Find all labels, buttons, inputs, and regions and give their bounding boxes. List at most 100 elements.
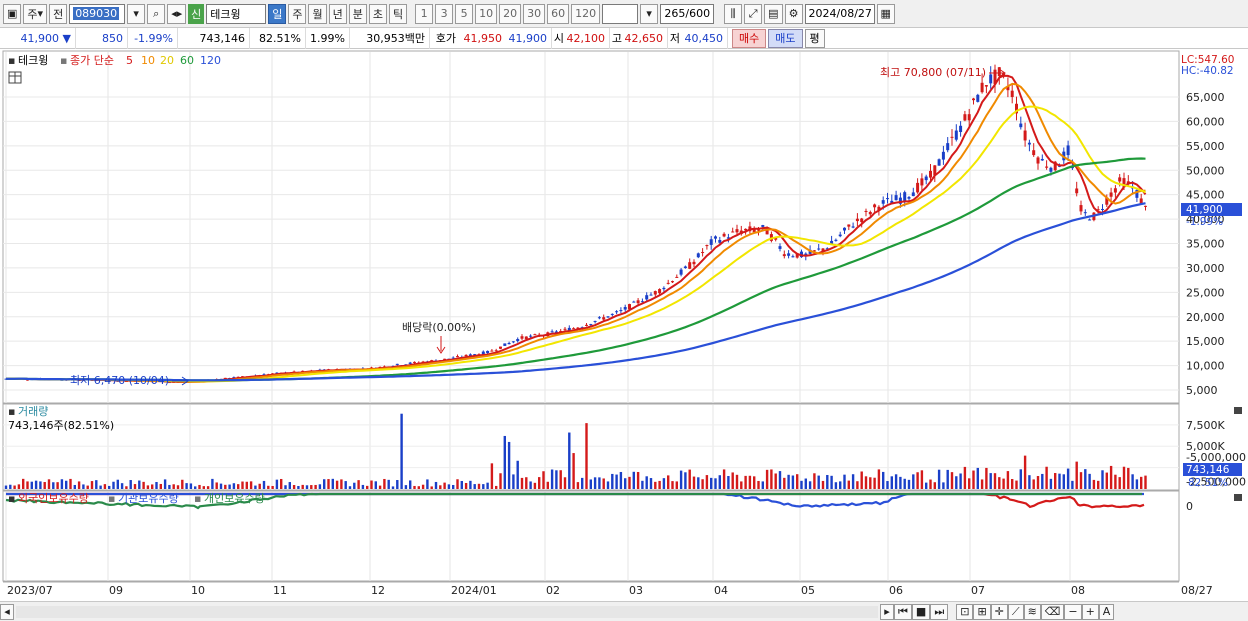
gear-icon[interactable]: ⚙ [784, 3, 803, 24]
save-icon[interactable]: ▤ [764, 3, 783, 24]
candle-body [1066, 145, 1070, 156]
price-tick-label: 60,000 [1186, 115, 1225, 128]
volume-bar [95, 480, 98, 489]
window-menu-icon[interactable]: ▣ [3, 3, 22, 24]
volume-bar [787, 474, 790, 489]
interval-30[interactable]: 30 [523, 3, 546, 24]
volume-bar [658, 480, 661, 489]
period-second-button[interactable]: 초 [368, 3, 387, 24]
volume-panel-close-icon[interactable] [1234, 407, 1242, 414]
candle-body [563, 328, 567, 330]
price-tick-label: 65,000 [1186, 91, 1225, 104]
volume-bar [993, 473, 997, 489]
volume-bar [516, 460, 519, 489]
volume-bar [546, 481, 549, 489]
volume-bar [503, 435, 506, 489]
low-label: 저 [669, 32, 680, 45]
scroll-left-icon[interactable]: ◂ [0, 603, 14, 620]
date-input[interactable]: 2024/08/27 [804, 3, 875, 24]
scroll-right-icon[interactable]: ▸ [880, 603, 894, 620]
price-tick-label: 25,000 [1186, 286, 1225, 299]
holding-tick-label: 0 [1186, 500, 1193, 513]
sell-button[interactable]: 매도 [768, 28, 803, 48]
candle-body [602, 317, 606, 320]
volume-bar [464, 482, 468, 489]
interval-3[interactable]: 3 [435, 3, 454, 24]
candle-body [606, 316, 610, 318]
ma-label: 종가 단순 [70, 54, 114, 67]
interval-1[interactable]: 1 [415, 3, 434, 24]
calendar-icon[interactable]: ▦ [876, 3, 895, 24]
volume-bar [589, 479, 592, 489]
volume-bar [1127, 467, 1130, 489]
holding-marker-icon-3: ▪ [194, 492, 201, 505]
zoom-area-icon[interactable]: ⊡ [956, 603, 974, 620]
volume-bar [740, 481, 743, 489]
candle-body [1023, 130, 1027, 141]
zoom-out-icon[interactable]: − [1064, 603, 1082, 620]
holding-panel-close-icon[interactable] [1234, 494, 1242, 501]
stock-name-field[interactable]: 테크윙 [206, 3, 267, 24]
interval-5[interactable]: 5 [455, 3, 474, 24]
period-minute-button[interactable]: 분 [348, 3, 367, 24]
last-page-icon[interactable]: ⏭ [930, 603, 949, 620]
volume-bar [1071, 480, 1074, 489]
chart-canvas[interactable]: 2023/07 09 10 11 12 2024/01 02 03 04 05 06 07 08 08/2… [0, 50, 1248, 621]
auto-scale-icon[interactable]: A [1098, 603, 1115, 620]
volume-bar [43, 482, 46, 489]
crosshair-icon[interactable]: ✛ [990, 603, 1008, 620]
volume-bar [714, 478, 717, 489]
interval-10[interactable]: 10 [475, 3, 498, 24]
candle-body [696, 253, 700, 258]
prev-button[interactable]: 전 [49, 3, 68, 24]
period-tick-button[interactable]: 틱 [388, 3, 408, 24]
price-tick-label: 20,000 [1186, 311, 1225, 324]
volume-bar [219, 483, 223, 489]
capture-icon[interactable]: ⊞ [973, 603, 991, 620]
period-year-button[interactable]: 년 [328, 3, 347, 24]
volume-bar [357, 480, 360, 489]
zoom-in-icon[interactable]: + [1081, 603, 1099, 620]
custom-interval-input[interactable] [602, 3, 639, 24]
candle-body [731, 231, 735, 233]
candle-body [963, 114, 967, 121]
volume-bar [1054, 473, 1057, 489]
scroll-track[interactable] [16, 605, 878, 618]
fibonacci-icon[interactable]: ≋ [1023, 603, 1041, 620]
average-button[interactable]: 평 [804, 28, 825, 48]
count-field[interactable]: 265/600 [660, 3, 715, 24]
volume-bar [90, 481, 94, 489]
volume-bar [262, 480, 266, 489]
period-week-button[interactable]: 주 [288, 3, 307, 24]
trendline-icon[interactable]: ⟋ [1007, 603, 1024, 620]
candle-body [1101, 208, 1104, 210]
volume-bar [284, 485, 287, 489]
code-dropdown-icon[interactable]: ▾ [127, 3, 146, 24]
period-day-button[interactable]: 일 [268, 3, 287, 24]
buy-button[interactable]: 매수 [732, 28, 767, 48]
first-page-icon[interactable]: ⏮ [894, 603, 912, 620]
volume-bar [241, 481, 244, 489]
volume-bar [142, 481, 145, 489]
erase-icon[interactable]: ⌫ [1040, 603, 1065, 620]
interval-120[interactable]: 120 [571, 3, 601, 24]
chart-type-icon[interactable]: ⫼ [724, 3, 743, 24]
volume-bar [770, 469, 773, 489]
period-month-button[interactable]: 월 [308, 3, 327, 24]
volume-bar [662, 478, 666, 489]
candle-body [1040, 158, 1044, 161]
candle-body [550, 331, 554, 333]
draw-tool-icon[interactable]: ⤢ [744, 3, 763, 24]
candle-body [709, 239, 713, 245]
low-price: 40,450 [684, 27, 728, 49]
interval-60[interactable]: 60 [547, 3, 570, 24]
speaker-icon[interactable]: ◂▸ [167, 3, 187, 24]
search-icon[interactable]: ⌕ [147, 3, 166, 24]
type-select[interactable]: 주 ▾ [23, 3, 48, 24]
interval-dropdown-icon[interactable]: ▾ [640, 3, 659, 24]
bid-price: 41,900 [506, 27, 552, 49]
interval-20[interactable]: 20 [499, 3, 522, 24]
stop-icon[interactable]: ■ [911, 603, 931, 620]
stock-code-input[interactable]: 089030 [69, 3, 126, 24]
volume-bar [507, 441, 511, 489]
